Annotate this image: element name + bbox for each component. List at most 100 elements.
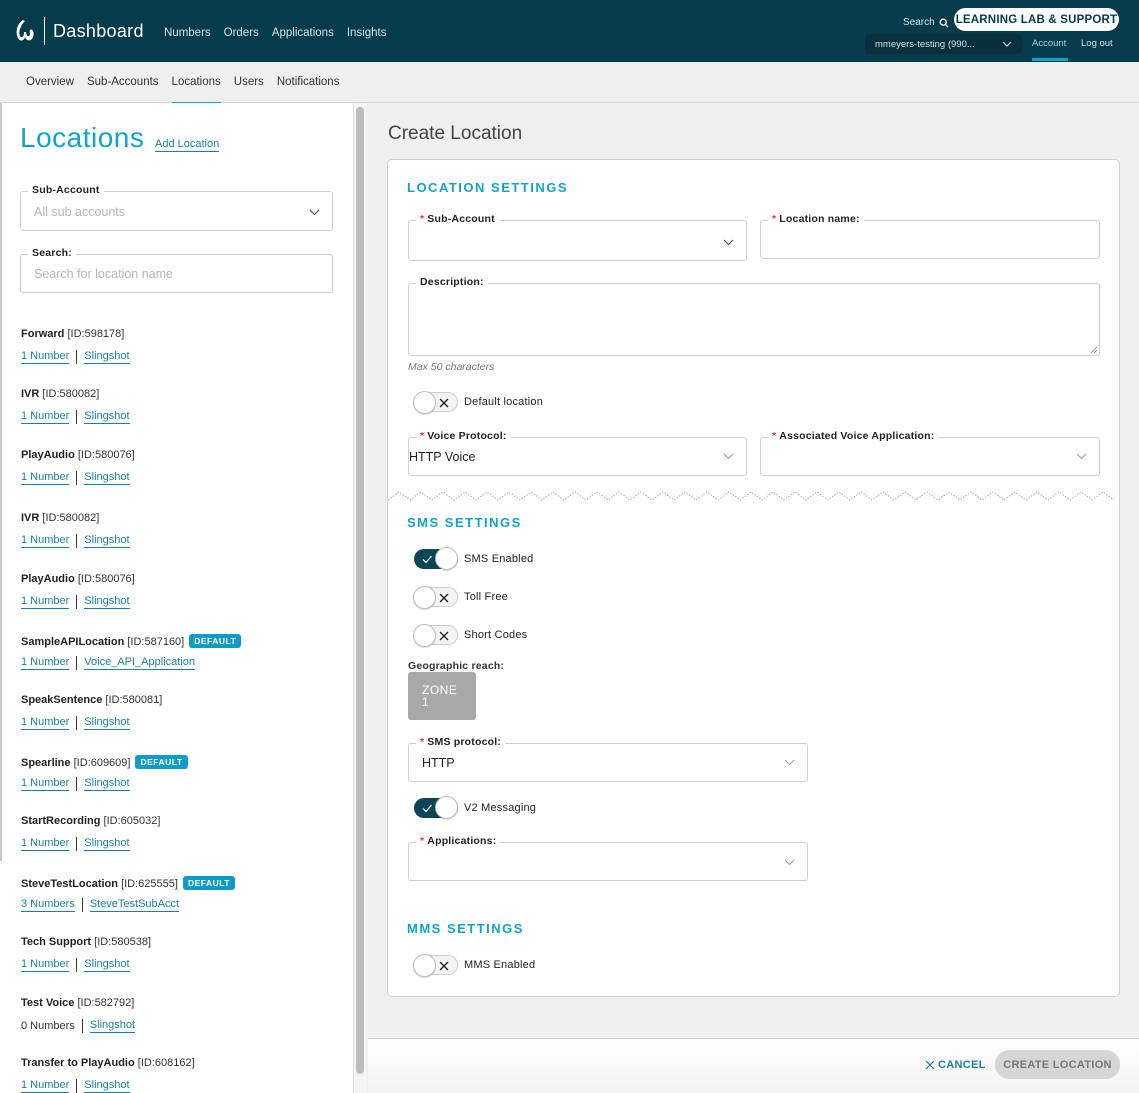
location-numbers-link[interactable]: 1 Number <box>21 958 70 972</box>
toggle-knob <box>413 391 436 414</box>
sidebar-scrollbar-thumb[interactable] <box>356 107 364 1074</box>
description-label: Description: <box>416 276 488 288</box>
location-name: Test Voice <box>21 997 75 1009</box>
description-hint: Max 50 characters <box>408 361 495 373</box>
location-name-field: * Location name: <box>760 213 1100 259</box>
location-numbers-link[interactable]: 1 Number <box>21 534 70 548</box>
default-location-toggle[interactable] <box>413 391 458 414</box>
sub-account-select[interactable]: * Sub-Account <box>408 213 747 261</box>
logout-link[interactable]: Log out <box>1081 38 1113 49</box>
account-active-indicator <box>1032 58 1068 61</box>
nav-orders[interactable]: Orders <box>224 27 259 39</box>
location-item-links: 1 Number Slingshot <box>21 471 130 485</box>
location-application-link[interactable]: Slingshot <box>84 595 130 609</box>
account-link[interactable]: Account <box>1032 38 1066 49</box>
location-application-link[interactable]: Slingshot <box>84 534 130 548</box>
link-separator <box>76 656 78 670</box>
location-name: Forward <box>21 328 65 340</box>
sms-enabled-toggle[interactable] <box>414 547 458 570</box>
tab-overview[interactable]: Overview <box>26 76 74 88</box>
link-separator <box>76 958 78 972</box>
location-item-title: SampleAPILocation [ID:587160] DEFAULT <box>21 634 242 648</box>
location-application-link[interactable]: Slingshot <box>89 1019 136 1033</box>
required-marker: * <box>420 430 425 442</box>
learning-lab-button[interactable]: LEARNING LAB & SUPPORT <box>954 8 1119 31</box>
location-id: [ID:608162] <box>137 1057 195 1069</box>
resize-handle-icon[interactable] <box>1090 346 1097 353</box>
location-numbers-link[interactable]: 1 Number <box>21 837 70 851</box>
toggle-knob <box>413 954 436 977</box>
tab-sub-accounts[interactable]: Sub-Accounts <box>87 76 159 88</box>
location-numbers-link[interactable]: 1 Number <box>21 595 70 609</box>
location-id: [ID:580082] <box>42 388 100 400</box>
location-numbers-link[interactable]: 1 Number <box>21 350 70 364</box>
location-application-link[interactable]: Slingshot <box>84 777 130 791</box>
tab-notifications[interactable]: Notifications <box>277 76 340 88</box>
cancel-button[interactable]: CANCEL <box>925 1059 986 1071</box>
required-marker: * <box>420 213 425 225</box>
sms-protocol-select[interactable]: * SMS protocol: HTTP <box>408 736 808 782</box>
location-name: IVR <box>21 512 40 524</box>
top-nav: Numbers Orders Applications Insights <box>164 27 386 39</box>
location-search-input[interactable] <box>21 255 332 292</box>
location-application-link[interactable]: Voice_API_Application <box>84 656 195 670</box>
search-label: Search <box>903 17 935 28</box>
voice-application-label: Associated Voice Application: <box>779 430 935 442</box>
location-application-link[interactable]: Slingshot <box>84 837 130 851</box>
brand-title[interactable]: Dashboard <box>53 21 144 42</box>
location-application-link[interactable]: Slingshot <box>84 716 130 730</box>
location-numbers-link[interactable]: 1 Number <box>21 777 70 791</box>
voice-protocol-label: Voice Protocol: <box>427 430 507 442</box>
location-item-links: 1 Number Slingshot <box>21 595 130 609</box>
location-application-link[interactable]: SteveTestSubAcct <box>89 898 180 912</box>
check-icon <box>422 804 432 813</box>
v2-messaging-label: V2 Messaging <box>464 802 537 814</box>
sms-protocol-value: HTTP <box>422 756 455 770</box>
x-icon <box>439 961 449 971</box>
voice-protocol-select[interactable]: * Voice Protocol: HTTP Voice <box>408 430 747 476</box>
location-item-links: 1 Number Slingshot <box>21 716 130 730</box>
location-numbers-link[interactable]: 1 Number <box>21 410 70 424</box>
location-item-links: 0 Numbers Slingshot <box>21 1019 136 1033</box>
location-application-link[interactable]: Slingshot <box>84 350 130 364</box>
applications-select[interactable]: * Applications: <box>408 835 808 881</box>
location-numbers-link[interactable]: 1 Number <box>21 471 70 485</box>
location-application-link[interactable]: Slingshot <box>84 958 130 972</box>
short-codes-toggle[interactable] <box>413 624 458 647</box>
voice-protocol-value: HTTP Voice <box>409 450 476 464</box>
bandwidth-logo-icon[interactable] <box>14 18 36 44</box>
x-icon <box>439 631 449 641</box>
location-item-links: 1 Number Voice_API_Application <box>21 656 195 670</box>
nav-applications[interactable]: Applications <box>272 27 334 39</box>
tab-users[interactable]: Users <box>234 76 264 88</box>
description-field[interactable]: Description: <box>408 276 1100 356</box>
add-location-link[interactable]: Add Location <box>155 138 220 152</box>
location-numbers-link[interactable]: 1 Number <box>21 716 70 730</box>
v2-messaging-toggle[interactable] <box>414 796 458 819</box>
voice-application-select[interactable]: * Associated Voice Application: <box>760 430 1100 476</box>
search-link[interactable]: Search <box>903 17 949 28</box>
account-selector[interactable]: mmeyers-testing (990... <box>865 34 1022 54</box>
sub-account-filter[interactable]: Sub-Account All sub accounts <box>20 184 333 231</box>
location-id: [ID:605032] <box>103 815 161 827</box>
zone-1-button[interactable]: ZONE 1 <box>408 672 476 720</box>
link-separator <box>76 716 78 730</box>
location-numbers-link[interactable]: 1 Number <box>21 656 70 670</box>
mms-enabled-toggle[interactable] <box>413 954 458 977</box>
location-name-input[interactable] <box>761 221 1099 258</box>
location-name: PlayAudio <box>21 449 75 461</box>
location-application-link[interactable]: Slingshot <box>84 410 130 424</box>
chevron-down-icon <box>723 453 734 460</box>
location-id: [ID:582792] <box>77 997 135 1009</box>
location-application-link[interactable]: Slingshot <box>84 1079 130 1093</box>
nav-insights[interactable]: Insights <box>347 27 387 39</box>
location-application-link[interactable]: Slingshot <box>84 471 130 485</box>
location-name: SampleAPILocation <box>21 636 125 648</box>
create-location-button[interactable]: CREATE LOCATION <box>995 1050 1120 1079</box>
link-separator <box>76 837 78 851</box>
location-numbers-link[interactable]: 1 Number <box>21 1079 70 1093</box>
toll-free-toggle[interactable] <box>413 586 458 609</box>
nav-numbers[interactable]: Numbers <box>164 27 211 39</box>
location-numbers-link[interactable]: 3 Numbers <box>21 898 75 912</box>
tab-locations[interactable]: Locations <box>171 76 222 104</box>
